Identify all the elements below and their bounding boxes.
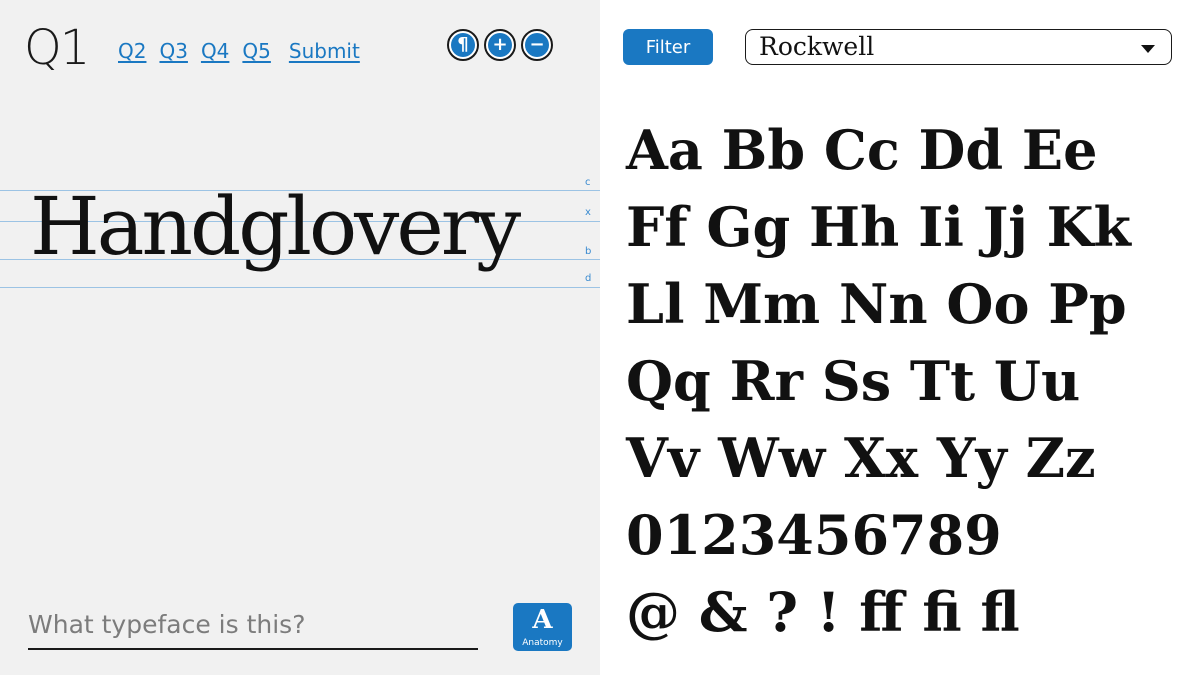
charset-row: @ & ? ! ff fi fl (626, 580, 1020, 644)
specimen-tools: ¶ + − (447, 29, 553, 61)
charset-row: Ff Gg Hh Ii Jj Kk (626, 195, 1131, 259)
descender-guide (0, 287, 600, 288)
paragraph-toggle-button[interactable]: ¶ (447, 29, 479, 61)
baseline-label: b (585, 246, 592, 257)
current-question-label: Q1 (24, 20, 90, 76)
character-set: Aa Bb Cc Dd Ee Ff Gg Hh Ii Jj Kk Ll Mm N… (626, 112, 1186, 651)
zoom-in-button[interactable]: + (484, 29, 516, 61)
zoom-out-button[interactable]: − (521, 29, 553, 61)
charset-row: 0123456789 (626, 503, 1002, 567)
font-select-value: Rockwell (759, 32, 875, 61)
quiz-panel: Q1 Q2 Q3 Q4 Q5 Submit ¶ + − c x b d Hand… (0, 0, 600, 675)
question-link-q2[interactable]: Q2 (118, 38, 146, 64)
chevron-down-icon (1141, 45, 1155, 53)
submit-link[interactable]: Submit (289, 38, 360, 64)
plus-icon: + (488, 33, 512, 57)
pilcrow-icon: ¶ (451, 33, 475, 57)
specimen-word: Handglovery (30, 180, 521, 273)
charset-row: Vv Ww Xx Yy Zz (626, 426, 1096, 490)
anatomy-label: Anatomy (522, 638, 563, 648)
anatomy-button[interactable]: A Anatomy (513, 603, 572, 651)
charset-row: Ll Mm Nn Oo Pp (626, 272, 1127, 336)
question-nav: Q2 Q3 Q4 Q5 Submit (118, 38, 360, 64)
font-select[interactable]: Rockwell (745, 29, 1172, 65)
question-link-q3[interactable]: Q3 (159, 38, 187, 64)
filter-button[interactable]: Filter (623, 29, 713, 65)
x-height-label: x (585, 207, 591, 218)
cap-height-label: c (585, 177, 591, 188)
anatomy-icon: A (532, 605, 553, 635)
charset-row: Aa Bb Cc Dd Ee (626, 118, 1098, 182)
minus-icon: − (525, 33, 549, 57)
question-link-q5[interactable]: Q5 (242, 38, 270, 64)
charset-row: Qq Rr Ss Tt Uu (626, 349, 1081, 413)
question-link-q4[interactable]: Q4 (201, 38, 229, 64)
descender-label: d (585, 273, 592, 284)
typeface-answer-input[interactable] (28, 604, 478, 650)
